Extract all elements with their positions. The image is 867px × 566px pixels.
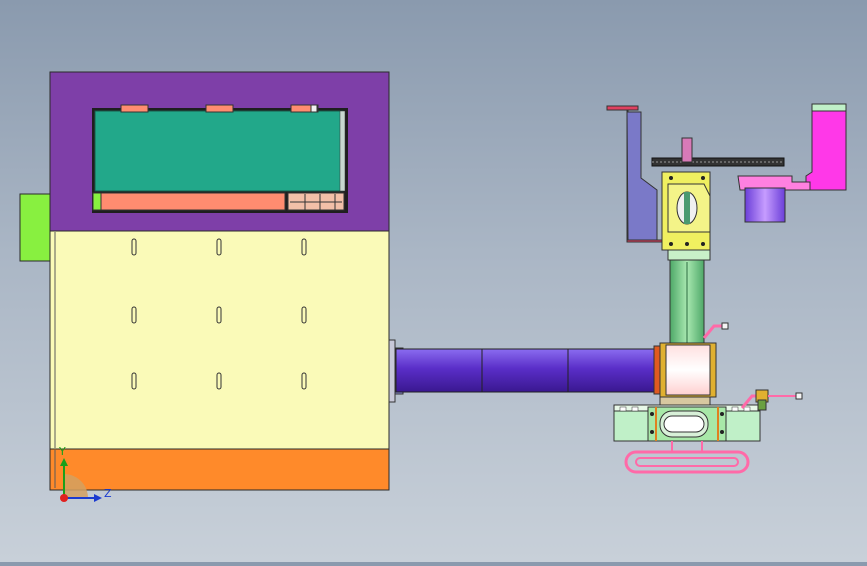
pink-loop <box>624 450 750 474</box>
tube-segment-3 <box>567 348 655 393</box>
axis-y-label: Y <box>58 445 66 458</box>
salmon-bar <box>99 192 286 211</box>
top-tab-1 <box>120 104 149 113</box>
housing-body <box>49 229 390 451</box>
white-cylinder <box>665 344 711 396</box>
tube-segment-1 <box>395 348 483 393</box>
cad-drawing: Y Z <box>19 71 847 502</box>
motor-cylinder <box>744 187 786 223</box>
connector-tube[interactable] <box>388 339 655 403</box>
main-housing[interactable] <box>19 71 390 491</box>
cad-viewport[interactable]: Y Z <box>0 0 867 562</box>
axis-z-label: Z <box>104 487 112 500</box>
side-block <box>19 193 53 262</box>
magenta-arm <box>805 105 847 191</box>
inner-panel <box>94 110 344 192</box>
top-tab-2 <box>205 104 234 113</box>
housing-base <box>49 448 390 491</box>
rotary-assembly[interactable] <box>606 103 847 474</box>
tube-segment-2 <box>481 348 569 393</box>
